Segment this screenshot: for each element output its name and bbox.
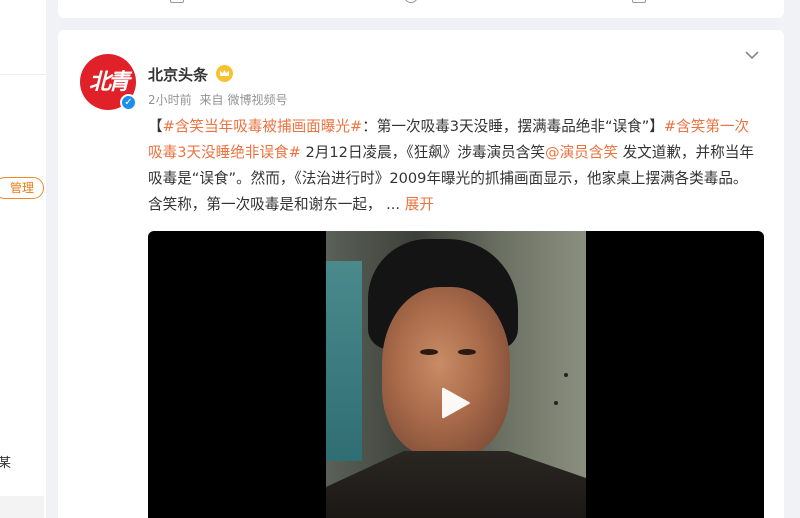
comment-count: 0 [426,0,434,2]
like-icon [632,0,646,3]
headline-text: ：第一次吸毒3天没睡，摆满毒品绝非“误食”】 [362,118,664,135]
share-icon [170,0,184,3]
expand-link[interactable]: 展开 [405,196,434,213]
comment-icon [404,0,418,3]
post-time[interactable]: 2小时前 [148,93,192,107]
share-count: 0 [192,0,200,2]
manage-button[interactable]: 管理 [0,177,45,199]
source-prefix: 来自 [199,93,224,107]
author-name[interactable]: 北京头条 [148,64,208,85]
topic-tag-1[interactable]: #含笑当年吸毒被捕画面曝光# [163,118,363,135]
chevron-down-icon[interactable] [744,49,760,61]
bracket-open: 【 [148,118,163,135]
sidebar-partial-text: 某 [0,456,12,471]
like-action[interactable]: 14 [632,0,669,3]
vip-crown-icon[interactable] [216,65,233,82]
post-card: 北青 ✓ 北京头条 2小时前 来自 微博视频号 【#含笑当年吸毒被捕画面曝光#：第… [58,30,784,518]
video-thumbnail [326,231,586,518]
play-icon[interactable] [438,384,472,422]
sidebar-item[interactable] [0,496,44,518]
previous-post-card: 0 0 14 [58,0,784,18]
video-player[interactable] [148,231,764,518]
body-text-1: 2月12日凌晨，《狂飙》涉毒演员含笑 [300,144,545,161]
like-count: 14 [654,0,669,2]
comment-action[interactable]: 0 [404,0,434,3]
left-sidebar [0,0,46,518]
post-source[interactable]: 微博视频号 [227,93,287,107]
post-text: 【#含笑当年吸毒被捕画面曝光#：第一次吸毒3天没睡，摆满毒品绝非“误食”】#含笑… [148,114,760,218]
share-action[interactable]: 0 [170,0,200,3]
mention-link[interactable]: @演员含笑 [545,144,618,161]
ellipsis: ... [381,196,405,213]
post-meta: 2小时前 来自 微博视频号 [148,91,292,108]
verified-icon: ✓ [120,94,137,111]
divider [0,74,46,75]
